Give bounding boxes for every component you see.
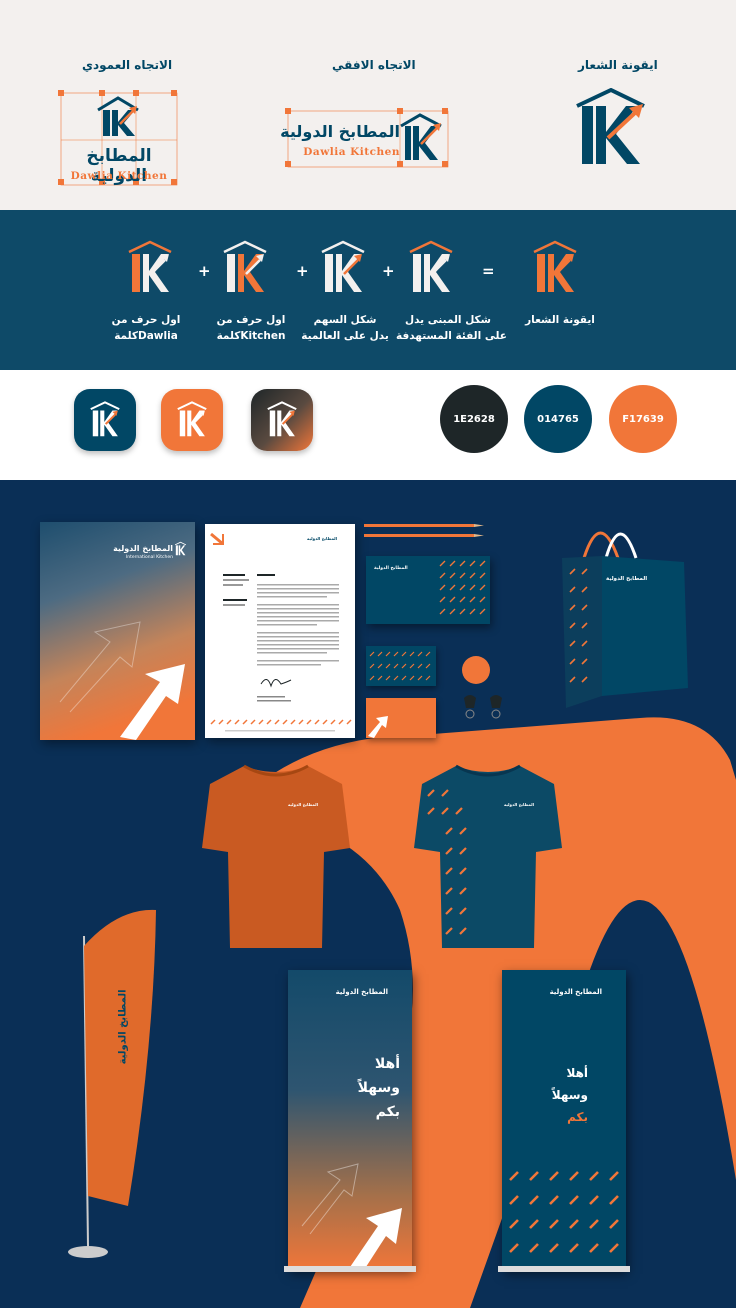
app-icon-orange-glyph: [177, 401, 207, 437]
folder-brand-english: International Kitchen: [125, 555, 173, 560]
tshirt-orange: [202, 764, 350, 948]
banner2-welcome-line2: وسهلاً: [551, 1088, 588, 1102]
tshirt-navy-brand: المطابخ الدولية: [504, 802, 534, 807]
letterhead-brand-arabic: المطابخ الدولية: [307, 536, 337, 541]
envelope-mockup: المطابخ الدولية: [366, 556, 490, 624]
desc-building-line1: شكل المبنى يدل: [404, 314, 491, 326]
feather-flag: [68, 909, 156, 1258]
rollup-banner-gradient: المطابخ الدولية أهلا وسهلاً بكم: [288, 970, 412, 1270]
business-card-back: [366, 698, 436, 738]
desc-letter-k-line1: اول حرف من: [216, 314, 286, 326]
construction-letter-k-icon: [223, 240, 267, 292]
banner1-welcome-line2: وسهلاً: [357, 1080, 400, 1096]
tshirt-orange-brand: المطابخ الدولية: [288, 802, 318, 807]
plus-operator-2: +: [296, 262, 309, 280]
desc-result: ايقونة الشعار: [520, 312, 600, 328]
horizontal-logo-arabic: المطابخ الدولية: [280, 122, 400, 141]
desc-letter-k-line2: كلمةKitchen: [216, 330, 286, 342]
desc-arrow-line1: شكل السهم: [313, 314, 377, 326]
logo-icon: [576, 88, 645, 164]
banner2-base: [498, 1266, 630, 1272]
pencils: [364, 524, 484, 537]
folder-mockup: المطابخ الدولية International Kitchen: [40, 522, 195, 740]
desc-arrow-line2: يدل على العالمية: [301, 330, 389, 342]
app-icon-gradient-glyph: [267, 401, 297, 437]
envelope-brand-arabic: المطابخ الدولية: [374, 566, 408, 571]
bag-brand-arabic: المطابخ الدولية: [606, 576, 648, 582]
desc-arrow: شكل السهم يدل على العالمية: [300, 312, 390, 344]
plus-operator-3: +: [382, 262, 395, 280]
banner1-welcome-line1: أهلا: [374, 1056, 400, 1072]
construction-building-icon: [409, 240, 453, 292]
envelope-arrow-pattern: [439, 560, 486, 615]
swatch-orange: F17639: [609, 385, 677, 453]
business-card-front: [366, 646, 436, 686]
app-icon-blue: [74, 389, 136, 451]
vertical-orientation-caption: الاتجاه العمودي: [82, 58, 173, 72]
banner1-brand-arabic: المطابخ الدولية: [335, 988, 388, 996]
business-card-pattern: [369, 651, 431, 681]
desc-building-line2: على الفئة المستهدفة: [396, 330, 507, 342]
banner2-brand-arabic: المطابخ الدولية: [549, 988, 602, 996]
desc-result-line1: ايقونة الشعار: [525, 314, 595, 326]
construction-letter-d-icon: [128, 240, 172, 292]
horizontal-orientation-caption: الاتجاه الافقي: [332, 58, 416, 72]
shopping-bag: [562, 531, 688, 708]
swatch-dark: 1E2628: [440, 385, 508, 453]
badge-and-clips: [462, 656, 502, 719]
construction-result-icon: [533, 240, 577, 292]
vertical-logo-english: Dawlia Kitchen: [70, 170, 168, 182]
banner2-arrow-pattern: [509, 1171, 619, 1253]
letterhead-mockup: المطابخ الدولية: [205, 524, 355, 738]
folder-logo-icon: [174, 541, 187, 556]
rollup-banner-navy: المطابخ الدولية أهلا وسهلاً بكم: [502, 970, 626, 1270]
horizontal-logo-english: Dawlia Kitchen: [303, 146, 400, 158]
desc-letter-d: اول حرف من كلمةDawlia: [104, 312, 188, 344]
folder-brand-arabic: المطابخ الدولية: [113, 544, 173, 553]
plus-operator-1: +: [198, 262, 211, 280]
banner1-welcome-line3: بكم: [375, 1104, 400, 1120]
banner1-arrow-graphic: [301, 1163, 402, 1270]
app-icon-orange: [161, 389, 223, 451]
desc-letter-d-line1: اول حرف من: [111, 314, 181, 326]
construction-arrow-icon: [321, 240, 365, 292]
banner1-welcome: أهلا وسهلاً بكم: [358, 1052, 400, 1124]
banner2-welcome-line1: أهلا: [566, 1066, 588, 1080]
folder-arrow-graphic: [59, 621, 185, 740]
banner1-base: [284, 1266, 416, 1272]
desc-letter-k: اول حرف من كلمةKitchen: [206, 312, 296, 344]
letterhead-graphics: [210, 532, 352, 732]
business-card-back-arrow: [368, 716, 388, 738]
desc-building: شكل المبنى يدل على الفئة المستهدفة: [396, 312, 507, 344]
app-icon-blue-glyph: [90, 401, 120, 437]
flag-brand-arabic: المطابخ الدولية: [117, 989, 129, 1065]
banner2-welcome-line3: بكم: [567, 1110, 588, 1124]
banner2-welcome: أهلا وسهلاً بكم: [552, 1062, 588, 1128]
desc-letter-d-line2: كلمةDawlia: [114, 330, 178, 342]
logo-construction-section: [0, 210, 736, 370]
tshirt-navy: [414, 764, 562, 948]
app-icon-gradient: [251, 389, 313, 451]
swatch-navy: 014765: [524, 385, 592, 453]
icon-caption: ايقونة الشعار: [578, 58, 658, 72]
equals-operator: =: [482, 262, 495, 280]
mockups-section: المطابخ الدولية International Kitchen ال…: [0, 480, 736, 1308]
